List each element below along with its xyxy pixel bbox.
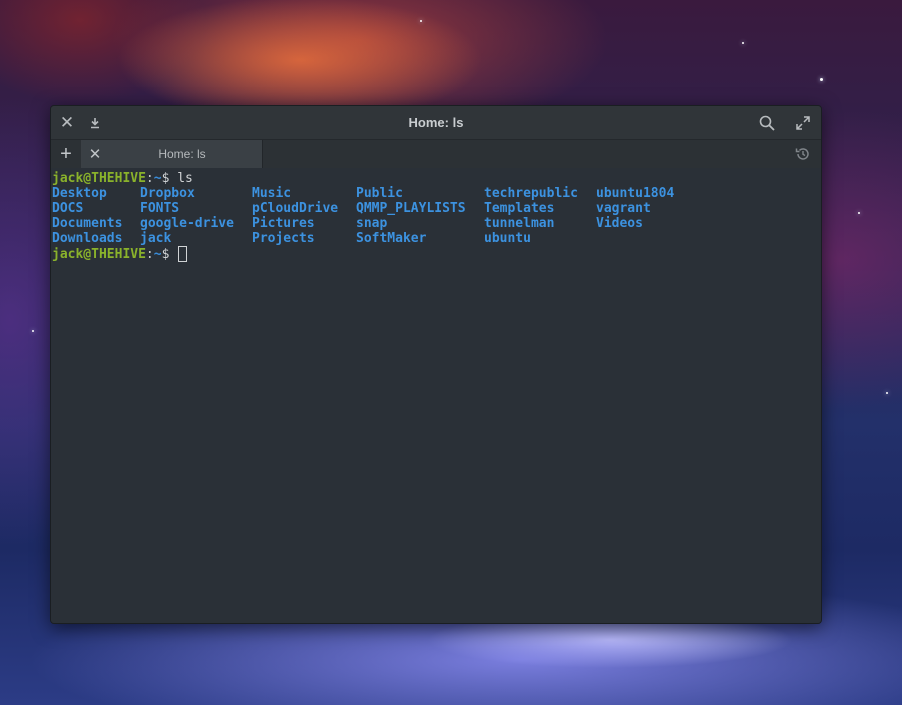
- prompt-symbol: $: [161, 247, 178, 262]
- terminal-window: ✕ Home: ls + ✕ Home: ls jack@THEHIVE:~$ …: [50, 105, 822, 624]
- active-prompt-line: jack@THEHIVE:~$: [52, 246, 821, 262]
- history-icon[interactable]: [795, 140, 811, 168]
- prompt-separator: :: [145, 171, 154, 186]
- tab-bar: + ✕ Home: ls: [51, 140, 821, 169]
- prompt-path: ~: [153, 171, 162, 186]
- prompt-path: ~: [153, 247, 162, 262]
- prompt-symbol: $: [161, 171, 178, 186]
- prompt-user: jack@THEHIVE: [52, 247, 146, 262]
- directory-entry: vagrant: [596, 201, 651, 216]
- directory-entry: FONTS: [140, 201, 180, 216]
- directory-entry: Projects: [252, 231, 315, 246]
- maximize-icon[interactable]: [789, 106, 817, 139]
- directory-entry: Templates: [484, 201, 555, 216]
- search-icon[interactable]: [753, 106, 781, 139]
- command-text: ls: [177, 171, 193, 186]
- directory-entry: ubuntu1804: [596, 186, 675, 201]
- prompt-separator: :: [145, 247, 154, 262]
- directory-entry: google-drive: [140, 216, 234, 231]
- directory-entry: jack: [140, 231, 172, 246]
- command-line: jack@THEHIVE:~$ ls: [52, 171, 821, 186]
- listing-row: Downloads jack Projects SoftMaker ubuntu: [52, 231, 821, 246]
- directory-entry: techrepublic: [484, 186, 578, 201]
- directory-entry: Public: [356, 186, 403, 201]
- listing-row: Documents google-drive Pictures snap tun…: [52, 216, 821, 231]
- listing-row: DOCS FONTS pCloudDrive QMMP_PLAYLISTS Te…: [52, 201, 821, 216]
- directory-entry: Documents: [52, 216, 123, 231]
- tab-label: Home: ls: [158, 147, 206, 161]
- directory-entry: ubuntu: [484, 231, 531, 246]
- directory-entry: Pictures: [252, 216, 315, 231]
- directory-entry: snap: [356, 216, 388, 231]
- directory-entry: tunnelman: [484, 216, 555, 231]
- prompt-user: jack@THEHIVE: [52, 171, 146, 186]
- listing-row: Desktop Dropbox Music Public techrepubli…: [52, 186, 821, 201]
- directory-entry: QMMP_PLAYLISTS: [356, 201, 466, 216]
- new-tab-button[interactable]: +: [51, 140, 82, 168]
- terminal-output[interactable]: jack@THEHIVE:~$ ls Desktop Dropbox Music…: [51, 168, 821, 623]
- directory-entry: pCloudDrive: [252, 201, 339, 216]
- tab-home[interactable]: ✕ Home: ls: [82, 140, 263, 168]
- directory-entry: Desktop: [52, 186, 107, 201]
- title-bar: ✕ Home: ls: [51, 106, 821, 140]
- text-cursor[interactable]: [178, 246, 188, 262]
- directory-entry: DOCS: [52, 201, 84, 216]
- directory-entry: Dropbox: [140, 186, 195, 201]
- directory-entry: SoftMaker: [356, 231, 427, 246]
- directory-entry: Music: [252, 186, 292, 201]
- directory-entry: Videos: [596, 216, 643, 231]
- window-title: Home: ls: [408, 115, 464, 130]
- directory-entry: Downloads: [52, 231, 123, 246]
